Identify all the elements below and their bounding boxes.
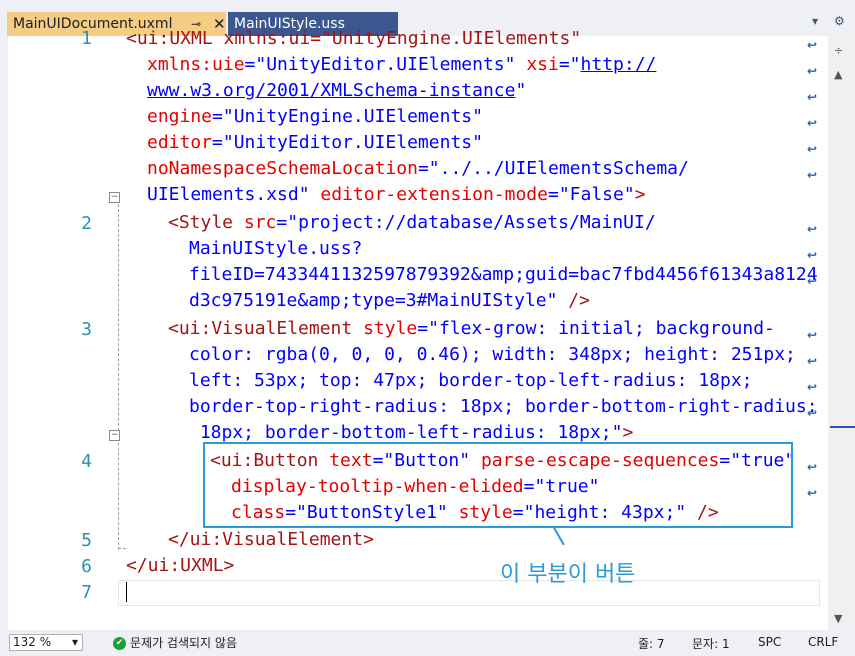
code-attr: xsi	[515, 54, 559, 75]
line-number: 2	[81, 213, 92, 234]
line-number: 3	[81, 319, 92, 340]
code-value: ="flex-grow: initial; background-	[417, 318, 775, 339]
word-wrap-icon: ↩	[807, 328, 818, 342]
code-attr: style	[352, 318, 418, 339]
code-line: noNamespaceSchemaLocation="../../UIEleme…	[147, 156, 689, 182]
code-line: www.w3.org/2001/XMLSchema-instance"	[147, 78, 526, 104]
zoom-value: 132 %	[13, 635, 52, 649]
word-wrap-icon: ↩	[807, 460, 818, 474]
line-number: 4	[81, 451, 92, 472]
word-wrap-icon: ↩	[807, 64, 818, 78]
chevron-down-icon: ▾	[71, 635, 78, 649]
code-value: UIElements.xsd"	[147, 184, 310, 205]
code-value: ="project://database/Assets/MainUI/	[276, 212, 656, 233]
code-value: ="	[558, 54, 581, 75]
check-circle-icon: ✔	[113, 637, 126, 650]
collapse-icon[interactable]: −	[109, 430, 120, 441]
code-line: <ui:VisualElement style="flex-grow: init…	[168, 316, 775, 342]
scroll-down-icon[interactable]: ▼	[834, 612, 842, 625]
char-indicator[interactable]: 문자: 1	[692, 635, 730, 652]
word-wrap-icon: ↩	[807, 116, 818, 130]
fold-guide	[118, 204, 119, 550]
line-ending-indicator[interactable]: CRLF	[808, 635, 838, 649]
vertical-scrollbar[interactable]: ÷ ▲ ▼	[828, 36, 855, 630]
code-tag: >	[622, 422, 634, 443]
code-value: ="UnityEngine.UIElements"	[212, 106, 483, 127]
settings-icon[interactable]: ⚙	[834, 14, 845, 28]
code-tag: <ui:VisualElement	[168, 318, 353, 339]
line-number: 5	[81, 530, 92, 551]
code-line: color: rgba(0, 0, 0, 0.46); width: 348px…	[189, 344, 796, 365]
schema-link[interactable]: http://	[581, 54, 657, 75]
callout-annotation: 이 부분이 버튼	[500, 562, 636, 587]
code-attr: editor-extension-mode	[309, 184, 548, 205]
code-line: </ui:VisualElement>	[168, 529, 374, 550]
code-value: ="../../UIElementsSchema/	[417, 158, 689, 179]
word-wrap-icon: ↩	[807, 38, 818, 52]
text-caret	[126, 582, 127, 602]
word-wrap-icon: ↩	[807, 486, 818, 500]
code-line: d3c975191e&amp;type=3#MainUIStyle" />	[189, 288, 590, 314]
code-line: <ui:UXML xmlns:ui="UnityEngine.UIElement…	[126, 28, 582, 49]
code-tag: />	[557, 290, 590, 311]
code-line: MainUIStyle.uss?	[189, 238, 363, 259]
code-attr: noNamespaceSchemaLocation	[147, 158, 418, 179]
code-value: ="False"	[547, 184, 635, 205]
status-bar: 132 % ▾ ✔ 문제가 검색되지 않음 줄: 7 문자: 1 SPC CRLF	[0, 630, 855, 656]
split-icon[interactable]: ÷	[834, 44, 843, 57]
line-number: 6	[81, 556, 92, 577]
code-line: border-top-right-radius: 18px; border-bo…	[189, 396, 818, 417]
code-value: ="UnityEditor.UIElements"	[212, 132, 483, 153]
issues-status[interactable]: ✔ 문제가 검색되지 않음	[113, 634, 237, 651]
code-attr: src	[233, 212, 277, 233]
issues-text: 문제가 검색되지 않음	[130, 636, 237, 650]
code-attr: xmlns:uie	[147, 54, 245, 75]
code-line: editor="UnityEditor.UIElements"	[147, 130, 483, 156]
code-line: <Style src="project://database/Assets/Ma…	[168, 210, 656, 236]
code-attr: engine	[147, 106, 213, 127]
scroll-position-marker	[830, 426, 855, 428]
whitespace-indicator[interactable]: SPC	[758, 635, 781, 649]
code-value: d3c975191e&amp;type=3#MainUIStyle"	[189, 290, 558, 311]
zoom-dropdown[interactable]: 132 % ▾	[9, 634, 83, 651]
code-line: </ui:UXML>	[126, 555, 235, 576]
code-line: engine="UnityEngine.UIElements"	[147, 104, 483, 130]
code-line: UIElements.xsd" editor-extension-mode="F…	[147, 182, 646, 208]
code-value: ="UnityEditor.UIElements"	[244, 54, 516, 75]
word-wrap-icon: ↩	[807, 142, 818, 156]
line-number: 1	[81, 28, 92, 49]
word-wrap-icon: ↩	[807, 248, 818, 262]
word-wrap-icon: ↩	[807, 274, 818, 288]
line-number: 7	[81, 582, 92, 603]
scroll-up-icon[interactable]: ▲	[834, 68, 842, 81]
code-tag: >	[634, 184, 646, 205]
code-value: "	[515, 80, 527, 101]
current-line-highlight	[118, 580, 820, 606]
word-wrap-icon: ↩	[807, 90, 818, 104]
word-wrap-icon: ↩	[807, 222, 818, 236]
code-line: xmlns:uie="UnityEditor.UIElements" xsi="…	[147, 52, 656, 78]
fold-guide-end	[118, 548, 126, 549]
word-wrap-icon: ↩	[807, 354, 818, 368]
code-line: left: 53px; top: 47px; border-top-left-r…	[189, 370, 753, 391]
code-tag: <Style	[168, 212, 234, 233]
word-wrap-icon: ↩	[807, 380, 818, 394]
button-callout-box	[203, 442, 793, 528]
code-value: 18px; border-bottom-left-radius: 18px;"	[189, 422, 623, 443]
word-wrap-icon: ↩	[807, 168, 818, 182]
collapse-icon[interactable]: −	[109, 192, 120, 203]
code-line: fileID=7433441132597879392&amp;guid=bac7…	[189, 264, 818, 285]
schema-link[interactable]: www.w3.org/2001/XMLSchema-instance	[147, 80, 515, 101]
dropdown-icon[interactable]: ▾	[812, 14, 818, 28]
line-indicator[interactable]: 줄: 7	[638, 635, 665, 652]
code-attr: editor	[147, 132, 213, 153]
word-wrap-icon: ↩	[807, 406, 818, 420]
